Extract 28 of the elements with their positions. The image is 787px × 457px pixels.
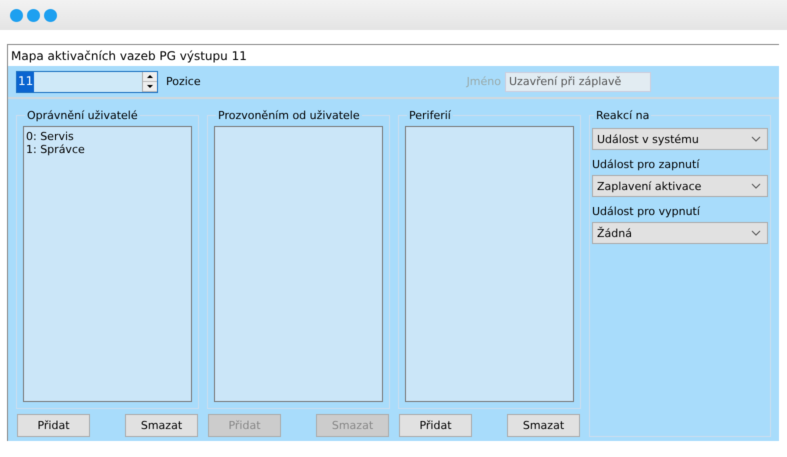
chevron-icon bbox=[751, 183, 761, 189]
delete-button[interactable]: Smazat bbox=[507, 414, 580, 437]
chevron-icon bbox=[751, 136, 761, 142]
add-button[interactable]: Přidat bbox=[399, 414, 472, 437]
spin-down-icon[interactable] bbox=[143, 82, 157, 92]
dropdown[interactable]: Událost v systému bbox=[592, 128, 768, 150]
list-item[interactable]: 0: Servis bbox=[26, 130, 74, 143]
window-dot[interactable] bbox=[44, 8, 57, 22]
list-item[interactable]: 1: Správce bbox=[26, 143, 85, 156]
list-box[interactable]: 0: Servis 1: Správce bbox=[23, 126, 192, 402]
add-button[interactable]: Přidat bbox=[17, 414, 90, 437]
window-dot[interactable] bbox=[27, 8, 40, 22]
group-title: Reakcí na bbox=[595, 109, 650, 122]
group-title: Oprávnění uživatelé bbox=[26, 109, 139, 122]
dropdown[interactable]: Žádná bbox=[592, 222, 768, 244]
delete-button[interactable]: Smazat bbox=[125, 414, 198, 437]
field-label: Událost pro zapnutí bbox=[592, 158, 700, 171]
group-title: Prozvoněním od uživatele bbox=[217, 109, 361, 122]
window-title: Mapa aktivačních vazeb PG výstupu 11 bbox=[11, 48, 247, 62]
spin-up-icon[interactable] bbox=[143, 72, 157, 82]
name-label: Jméno bbox=[466, 75, 501, 88]
group-title: Periferií bbox=[408, 109, 452, 122]
chevron-icon bbox=[751, 230, 761, 236]
position-label: Pozice bbox=[166, 75, 201, 88]
position-spinbox[interactable]: 11 bbox=[16, 70, 158, 92]
field-label: Událost pro vypnutí bbox=[592, 205, 701, 218]
window-dot[interactable] bbox=[10, 8, 23, 22]
dropdown[interactable]: Zaplavení aktivace bbox=[592, 175, 768, 197]
